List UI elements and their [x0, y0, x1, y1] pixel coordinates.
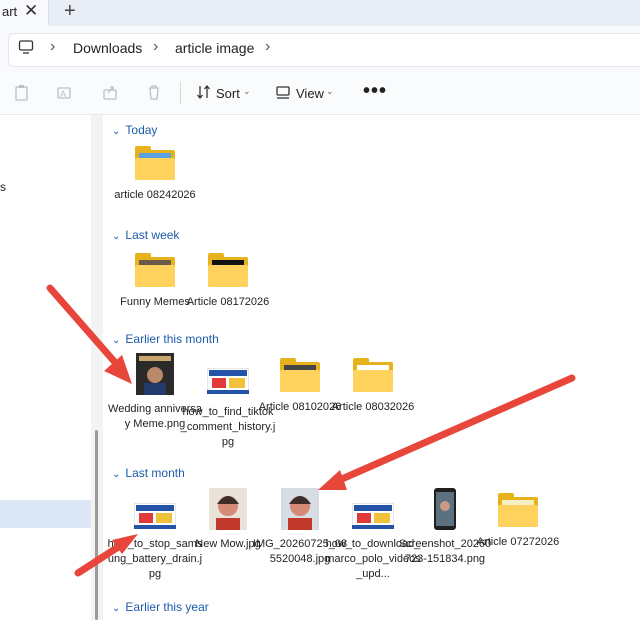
group-header-today[interactable]: ⌄ Today — [112, 123, 157, 137]
paste-icon[interactable] — [14, 84, 30, 102]
file-item-folder[interactable]: article 08242026 — [107, 146, 203, 203]
folder-icon — [353, 358, 393, 392]
folder-icon — [135, 253, 175, 287]
folder-icon — [135, 146, 175, 180]
nav-item-selected[interactable] — [0, 500, 92, 528]
nav-item-fragment[interactable]: s — [0, 180, 6, 194]
image-thumbnail-icon — [206, 367, 250, 395]
chevron-down-icon: ⌄ — [112, 603, 121, 614]
close-icon[interactable]: ✕ — [24, 1, 38, 21]
sort-icon[interactable] — [196, 84, 212, 100]
image-thumbnail-icon — [434, 488, 456, 530]
new-tab-button[interactable]: + — [64, 0, 76, 23]
group-title: Last week — [125, 228, 180, 242]
chevron-down-icon: ⌄ — [326, 86, 334, 96]
toolbar-divider — [180, 82, 181, 104]
chevron-down-icon: ⌄ — [112, 469, 121, 480]
share-icon[interactable] — [102, 84, 118, 102]
this-pc-icon[interactable] — [18, 39, 34, 55]
navigation-pane[interactable] — [0, 115, 102, 620]
breadcrumb-article-image[interactable]: article image — [175, 40, 254, 56]
group-header-last-week[interactable]: ⌄ Last week — [112, 228, 179, 242]
chevron-down-icon: ⌄ — [112, 335, 121, 346]
file-item-folder[interactable]: Article 07272026 — [470, 493, 566, 550]
image-thumbnail-icon — [136, 353, 174, 395]
view-button[interactable]: View — [296, 86, 324, 101]
group-title: Last month — [125, 466, 185, 480]
breadcrumb-separator[interactable]: › — [153, 38, 158, 56]
group-title: Today — [125, 123, 158, 137]
file-name: Article 07272026 — [476, 536, 560, 548]
breadcrumb-separator[interactable]: › — [265, 38, 270, 56]
svg-text:A: A — [60, 89, 66, 99]
file-item-folder[interactable]: Article 08172026 — [180, 253, 276, 310]
delete-icon[interactable] — [146, 84, 162, 102]
group-header-earlier-this-year[interactable]: ⌄ Earlier this year — [112, 600, 209, 614]
breadcrumb-downloads[interactable]: Downloads — [73, 40, 142, 56]
rename-icon[interactable]: A — [56, 84, 72, 102]
group-header-last-month[interactable]: ⌄ Last month — [112, 466, 185, 480]
folder-icon — [280, 358, 320, 392]
sort-button[interactable]: Sort — [216, 86, 240, 101]
tab-article-image[interactable]: art ✕ — [0, 0, 49, 26]
breadcrumb-separator[interactable]: › — [50, 38, 55, 56]
file-name: article 08242026 — [114, 189, 196, 201]
file-name: Article 08032026 — [331, 401, 415, 413]
image-thumbnail-icon — [351, 502, 395, 530]
file-item-folder[interactable]: Article 08032026 — [325, 358, 421, 415]
view-icon[interactable] — [275, 84, 291, 100]
group-title: Earlier this year — [125, 600, 209, 614]
image-thumbnail-icon — [281, 488, 319, 530]
folder-icon — [498, 493, 538, 527]
chevron-down-icon: ⌄ — [243, 86, 251, 96]
group-header-earlier-this-month[interactable]: ⌄ Earlier this month — [112, 332, 219, 346]
chevron-down-icon: ⌄ — [112, 126, 121, 137]
nav-scrollbar-thumb[interactable] — [95, 430, 98, 620]
more-options-button[interactable]: ••• — [363, 80, 387, 103]
group-title: Earlier this month — [125, 332, 219, 346]
tab-title: art — [2, 4, 18, 19]
tab-bar: art ✕ + — [0, 0, 640, 26]
chevron-down-icon: ⌄ — [112, 231, 121, 242]
folder-icon — [208, 253, 248, 287]
image-thumbnail-icon — [209, 488, 247, 530]
file-name: Article 08172026 — [186, 296, 270, 308]
image-thumbnail-icon — [133, 502, 177, 530]
